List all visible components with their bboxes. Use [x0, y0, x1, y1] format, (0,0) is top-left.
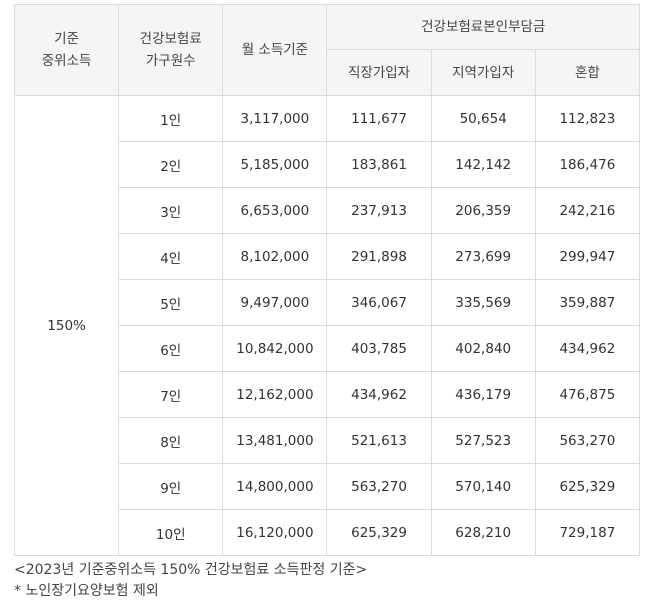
employee-premium-cell: 521,613: [326, 417, 432, 464]
monthly-income-cell: 16,120,000: [222, 509, 328, 556]
regional-premium-cell: 436,179: [430, 371, 536, 418]
mixed-premium-cell: 359,887: [534, 279, 641, 326]
regional-premium-cell: 402,840: [430, 325, 536, 372]
household-size-cell: 4인: [118, 233, 224, 280]
header-premium-group: 건강보험료본인부담금: [326, 4, 640, 50]
employee-premium-cell: 346,067: [326, 279, 432, 326]
mixed-premium-cell: 242,216: [534, 187, 641, 234]
employee-premium-cell: 291,898: [326, 233, 432, 280]
header-regional: 지역가입자: [430, 49, 536, 96]
regional-premium-cell: 527,523: [430, 417, 536, 464]
header-median-income: 기준 중위소득: [13, 4, 120, 96]
employee-premium-cell: 625,329: [326, 509, 432, 556]
header-median-income-line1: 기준: [54, 31, 79, 47]
employee-premium-cell: 434,962: [326, 371, 432, 418]
mixed-premium-cell: 625,329: [534, 463, 641, 510]
employee-premium-cell: 111,677: [326, 95, 432, 142]
header-mixed: 혼합: [534, 49, 641, 96]
mixed-premium-cell: 186,476: [534, 141, 641, 188]
header-median-income-line2: 중위소득: [41, 53, 92, 69]
monthly-income-cell: 13,481,000: [222, 417, 328, 464]
mixed-premium-cell: 299,947: [534, 233, 641, 280]
employee-premium-cell: 563,270: [326, 463, 432, 510]
employee-premium-cell: 403,785: [326, 325, 432, 372]
regional-premium-cell: 570,140: [430, 463, 536, 510]
header-household-size: 건강보험료 가구원수: [118, 4, 224, 96]
employee-premium-cell: 183,861: [326, 141, 432, 188]
mixed-premium-cell: 112,823: [534, 95, 641, 142]
header-employee: 직장가입자: [326, 49, 432, 96]
monthly-income-cell: 3,117,000: [222, 95, 328, 142]
monthly-income-cell: 6,653,000: [222, 187, 328, 234]
table-notes: <2023년 기준중위소득 150% 건강보험료 소득판정 기준> * 노인장기…: [14, 560, 367, 602]
regional-premium-cell: 142,142: [430, 141, 536, 188]
regional-premium-cell: 206,359: [430, 187, 536, 234]
monthly-income-cell: 14,800,000: [222, 463, 328, 510]
median-ratio-cell: 150%: [13, 95, 120, 556]
regional-premium-cell: 628,210: [430, 509, 536, 556]
monthly-income-cell: 8,102,000: [222, 233, 328, 280]
household-size-cell: 6인: [118, 325, 224, 372]
table-footnote: * 노인장기요양보험 제외: [14, 583, 159, 599]
table-row: 150% 1인 3,117,000 111,677 50,654 112,823: [13, 95, 641, 556]
header-monthly-income: 월 소득기준: [222, 4, 328, 96]
income-premium-table: 기준 중위소득 건강보험료 가구원수 월 소득기준 건강보험료본인부담금 직장가…: [13, 4, 641, 556]
mixed-premium-cell: 563,270: [534, 417, 641, 464]
household-size-cell: 2인: [118, 141, 224, 188]
household-size-cell: 1인: [118, 95, 224, 142]
page: 기준 중위소득 건강보험료 가구원수 월 소득기준 건강보험료본인부담금 직장가…: [0, 0, 649, 603]
employee-premium-cell: 237,913: [326, 187, 432, 234]
mixed-premium-cell: 434,962: [534, 325, 641, 372]
household-size-cell: 5인: [118, 279, 224, 326]
household-size-cell: 10인: [118, 509, 224, 556]
monthly-income-cell: 12,162,000: [222, 371, 328, 418]
regional-premium-cell: 335,569: [430, 279, 536, 326]
monthly-income-cell: 10,842,000: [222, 325, 328, 372]
mixed-premium-cell: 476,875: [534, 371, 641, 418]
table-header: 기준 중위소득 건강보험료 가구원수 월 소득기준 건강보험료본인부담금 직장가…: [13, 4, 641, 96]
mixed-premium-cell: 729,187: [534, 509, 641, 556]
table-caption: <2023년 기준중위소득 150% 건강보험료 소득판정 기준>: [14, 562, 368, 578]
household-size-cell: 3인: [118, 187, 224, 234]
household-size-cell: 9인: [118, 463, 224, 510]
regional-premium-cell: 273,699: [430, 233, 536, 280]
monthly-income-cell: 9,497,000: [222, 279, 328, 326]
household-size-cell: 8인: [118, 417, 224, 464]
table-body: 150% 1인 3,117,000 111,677 50,654 112,823 2인 5,1…: [13, 95, 641, 556]
monthly-income-cell: 5,185,000: [222, 141, 328, 188]
header-household-size-line2: 가구원수: [145, 53, 196, 69]
header-household-size-line1: 건강보험료: [139, 31, 202, 47]
household-size-cell: 7인: [118, 371, 224, 418]
regional-premium-cell: 50,654: [430, 95, 536, 142]
